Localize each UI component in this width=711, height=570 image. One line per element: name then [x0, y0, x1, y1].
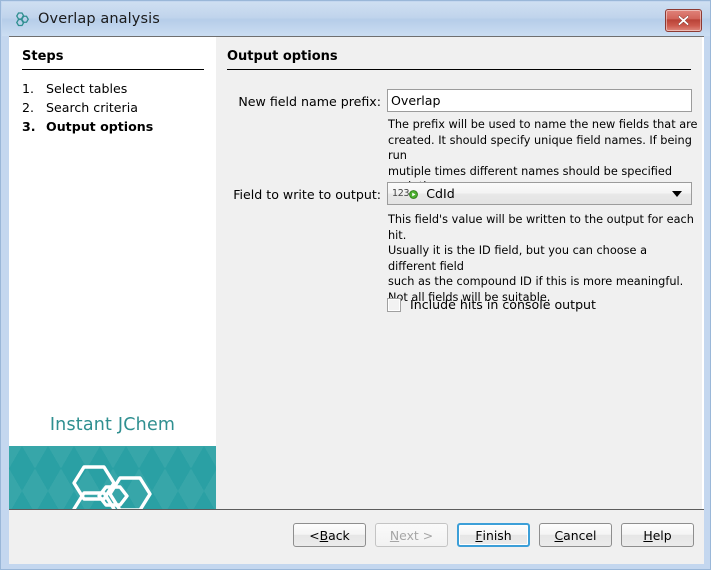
finish-button-accel: F — [475, 527, 483, 543]
dialog-footer: < Back Next > Finish Cancel Help — [9, 509, 704, 564]
finish-button[interactable]: Finish — [457, 523, 530, 547]
window-title: Overlap analysis — [38, 11, 160, 27]
steps-heading: Steps — [22, 49, 64, 64]
step-number: 3. — [22, 119, 36, 134]
step-label: Search criteria — [46, 100, 138, 115]
close-button[interactable] — [665, 9, 702, 32]
help-button[interactable]: Help — [621, 523, 694, 547]
new-field-name-prefix-input[interactable] — [387, 89, 692, 112]
step-number: 2. — [22, 100, 35, 115]
output-field-label: Field to write to output: — [233, 187, 381, 202]
back-button[interactable]: < Back — [293, 523, 366, 547]
overlap-analysis-dialog: Overlap analysis Steps 1. Select tables … — [0, 0, 711, 570]
output-field-help-text: This field's value will be written to th… — [388, 213, 694, 304]
wizard-buttons: < Back Next > Finish Cancel Help — [293, 523, 694, 547]
back-button-prefix: < — [309, 527, 320, 543]
cancel-button-accel: C — [554, 527, 564, 543]
selected-field-value: CdId — [426, 186, 455, 201]
field-to-write-to-output-select[interactable]: 123 CdId — [387, 182, 692, 205]
panel-heading: Output options — [227, 49, 338, 64]
cancel-button[interactable]: Cancel — [539, 523, 612, 547]
sidebar-step-output-options[interactable]: 3. Output options — [22, 117, 212, 136]
prefix-label: New field name prefix: — [238, 94, 381, 109]
brand-name: Instant JChem — [49, 415, 176, 435]
next-button-rest: ext > — [399, 527, 434, 543]
finish-button-rest: inish — [482, 527, 512, 543]
back-button-rest: ack — [328, 527, 350, 543]
step-label: Output options — [46, 119, 154, 134]
include-hits-in-console-output-row[interactable]: Include hits in console output — [387, 297, 596, 312]
step-number: 1. — [22, 81, 35, 96]
cancel-button-rest: ancel — [563, 527, 597, 543]
sidebar-step-search-criteria[interactable]: 2. Search criteria — [22, 98, 212, 117]
panel-divider — [227, 69, 691, 70]
molecule-hexagons-icon — [15, 11, 30, 26]
include-hits-label: Include hits in console output — [410, 297, 596, 312]
sidebar-step-select-tables[interactable]: 1. Select tables — [22, 79, 212, 98]
title-bar: Overlap analysis — [2, 2, 710, 36]
chevron-down-icon — [672, 190, 682, 197]
dialog-body: Steps 1. Select tables 2. Search criteri… — [9, 36, 704, 564]
include-hits-checkbox[interactable] — [387, 297, 401, 312]
steps-divider — [22, 69, 204, 70]
steps-list: 1. Select tables 2. Search criteria 3. O… — [22, 79, 212, 136]
help-button-accel: H — [643, 527, 653, 543]
next-button[interactable]: Next > — [375, 523, 448, 547]
steps-sidebar: Steps 1. Select tables 2. Search criteri… — [9, 37, 216, 545]
next-button-accel: N — [389, 527, 400, 543]
step-label: Select tables — [46, 81, 128, 96]
back-button-accel: B — [319, 527, 329, 543]
close-icon — [677, 14, 690, 27]
help-button-rest: elp — [652, 527, 672, 543]
numeric-field-icon: 123 — [392, 188, 419, 199]
output-options-panel: Output options New field name prefix: Th… — [216, 37, 702, 509]
field-type-badge: 123 — [392, 188, 410, 199]
